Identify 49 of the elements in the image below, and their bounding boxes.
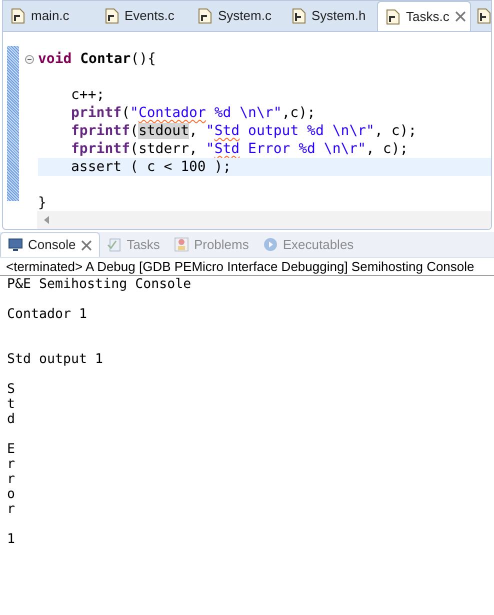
console-output-line: r <box>7 502 16 517</box>
console-header: <terminated> A Debug [GDB PEMicro Interface Debugging] Semihosting Console <box>0 258 494 276</box>
code-line: void Contar(){ <box>38 50 157 68</box>
horizontal-scrollbar[interactable] <box>37 211 491 229</box>
code-line: fprintf(stdout, "Std output %d \n\r", c); <box>70 122 418 140</box>
view-tab[interactable]: Console <box>0 232 100 257</box>
monitor-icon <box>8 238 23 252</box>
code-line: printf("Contador %d \n\r",c); <box>70 104 316 122</box>
clipboard-check-icon <box>106 237 122 252</box>
code-line: } <box>38 194 48 211</box>
close-icon[interactable] <box>455 11 466 22</box>
c-file-icon <box>104 8 118 24</box>
console-output-line: Contador 1 <box>7 307 88 322</box>
console-output-line: r <box>7 457 16 472</box>
c-file-icon <box>386 8 400 24</box>
console-output-line: o <box>7 487 16 502</box>
editor-tab[interactable]: System.h <box>284 1 377 31</box>
code-line: fprintf(stderr, "Std Error %d \n\r", c); <box>70 140 410 158</box>
play-icon <box>262 237 278 252</box>
console-output-line: E <box>7 442 16 457</box>
tab-label: Tasks <box>126 236 160 254</box>
problems-icon <box>174 237 189 252</box>
tab-label: Problems <box>194 236 249 254</box>
c-file-icon <box>11 8 25 24</box>
console-output-line: S <box>7 382 16 397</box>
tab-label: Executables <box>282 236 354 254</box>
editor-tab[interactable]: System.c <box>190 1 284 31</box>
console-output-line: d <box>7 412 16 427</box>
scroll-left-icon[interactable] <box>44 216 50 224</box>
editor-tab[interactable]: Tasks.c <box>377 1 471 31</box>
console-output-line: 1 <box>7 532 16 547</box>
tab-label: System.h <box>312 7 366 26</box>
c-file-icon <box>198 8 212 24</box>
console-output-line: r <box>7 472 16 487</box>
header-file-icon <box>477 8 491 24</box>
tab-label: Tasks.c <box>406 8 450 26</box>
code-line: c++; <box>70 86 106 104</box>
console-output-line: P&E Semihosting Console <box>7 277 192 292</box>
editor-tab[interactable]: Events.c <box>96 1 190 31</box>
header-file-icon <box>292 8 306 24</box>
tab-label: Events.c <box>124 7 174 26</box>
tab-label: Console <box>28 236 76 254</box>
editor-tab[interactable]: main.c <box>3 1 96 31</box>
collapse-icon[interactable] <box>24 54 34 64</box>
tab-label: main.c <box>31 7 70 26</box>
console-output-line: t <box>7 397 16 412</box>
console-output-line: Std output 1 <box>7 352 104 367</box>
close-icon[interactable] <box>80 240 92 250</box>
tab-label: System.c <box>218 7 272 26</box>
